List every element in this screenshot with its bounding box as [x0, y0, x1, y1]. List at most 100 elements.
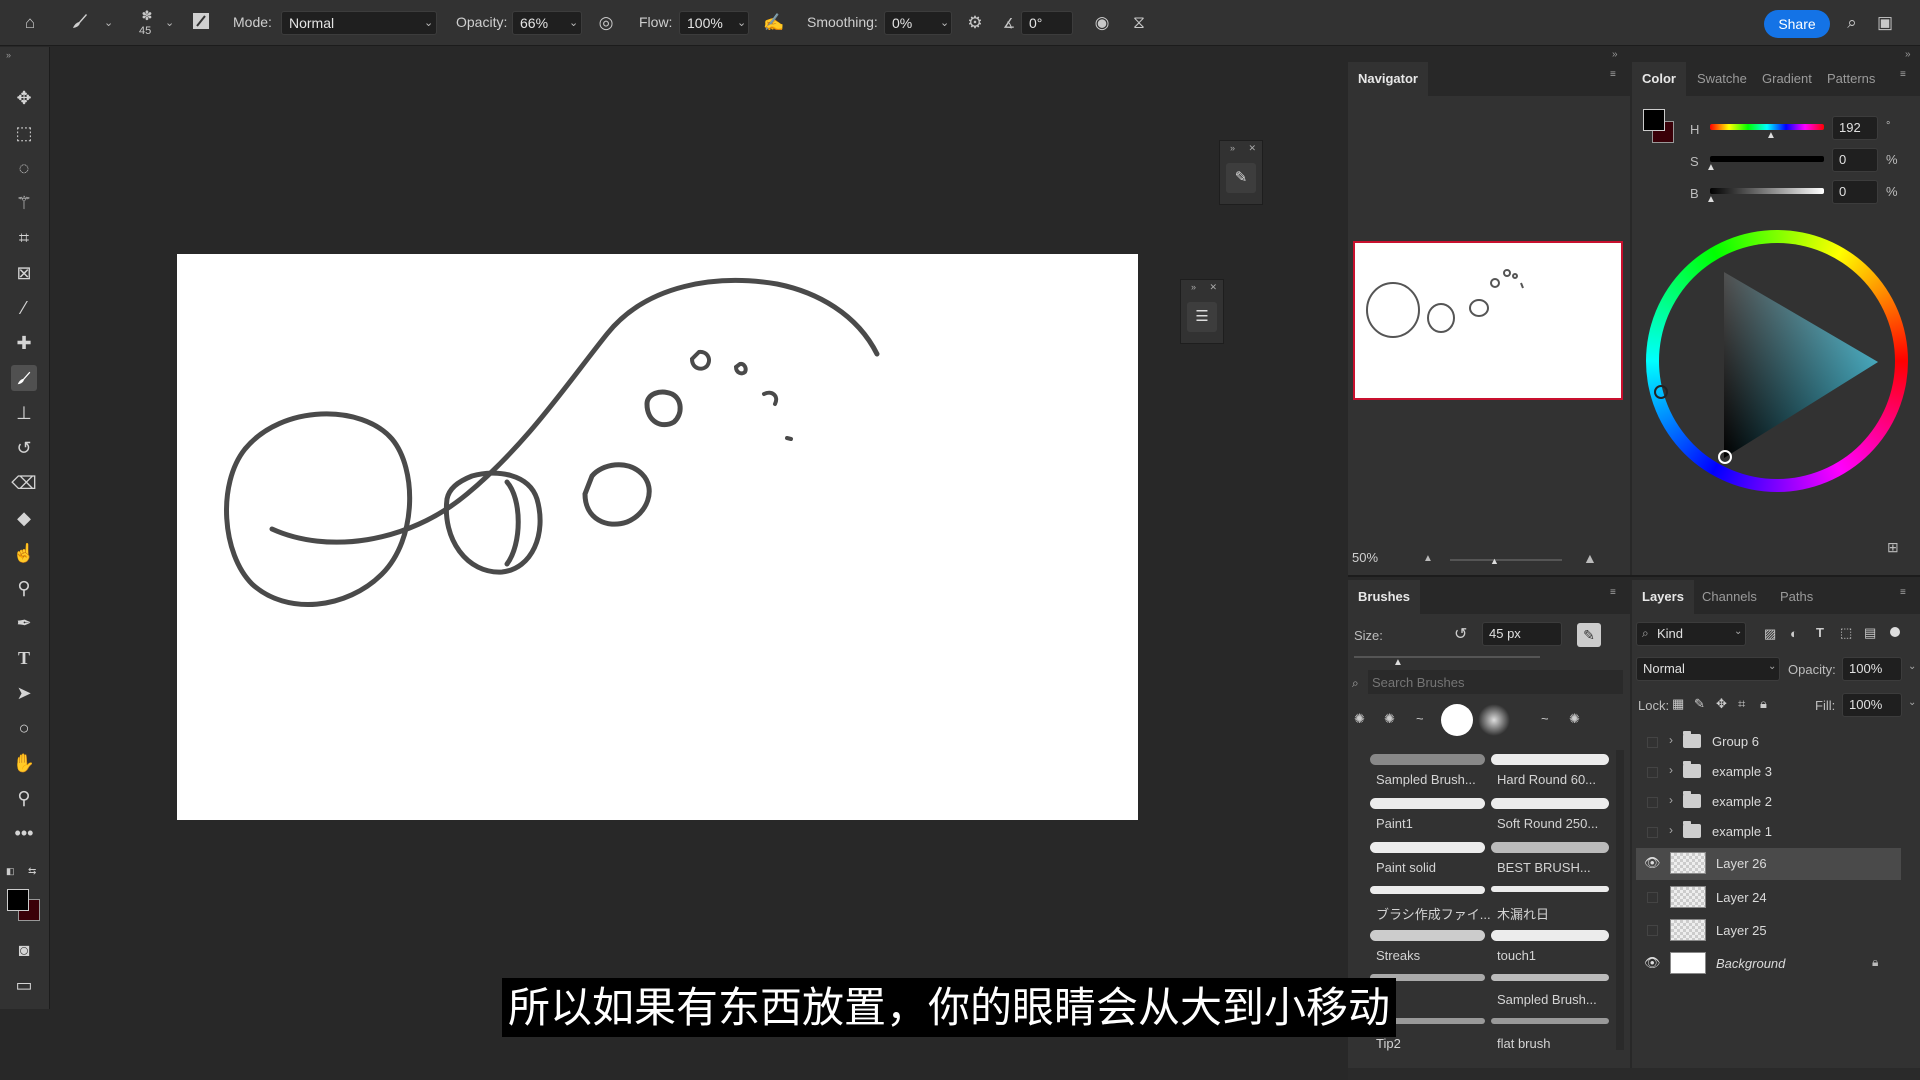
brightness-field[interactable]: 0: [1832, 180, 1878, 204]
tab-navigator[interactable]: Navigator: [1348, 62, 1428, 96]
visibility-toggle[interactable]: [1647, 925, 1658, 936]
recent-brush-icon[interactable]: ✺: [1384, 711, 1395, 727]
close-icon[interactable]: ✕: [1248, 143, 1256, 154]
recent-brush-soft-round[interactable]: [1478, 704, 1510, 736]
marquee-tool-icon[interactable]: ⬚: [11, 120, 37, 146]
layer-row[interactable]: Layer 24: [1636, 882, 1901, 914]
chevron-down-icon[interactable]: ⌄: [1908, 697, 1916, 708]
pixel-layer-filter-icon[interactable]: ▨: [1764, 626, 1776, 642]
gear-icon[interactable]: ⚙: [963, 11, 987, 35]
brush-size-thumb[interactable]: ▲: [1393, 657, 1403, 668]
tab-gradients[interactable]: Gradient: [1752, 62, 1822, 96]
tab-channels[interactable]: Channels: [1692, 580, 1767, 614]
brush-tool-icon[interactable]: [68, 11, 92, 35]
collapse-panels-icon[interactable]: »: [1612, 49, 1618, 60]
move-tool-icon[interactable]: ✥: [11, 85, 37, 111]
chevron-right-icon[interactable]: ›: [1669, 823, 1673, 837]
stamp-tool-icon[interactable]: ⊥: [11, 400, 37, 426]
default-colors-icon[interactable]: ◧: [6, 866, 15, 877]
navigator-preview[interactable]: [1353, 241, 1623, 400]
tab-patterns[interactable]: Patterns: [1817, 62, 1885, 96]
blend-mode-select[interactable]: Normal: [1636, 657, 1780, 681]
zoom-tool-icon[interactable]: ⚲: [11, 785, 37, 811]
brush-settings-toggle-icon[interactable]: [189, 11, 213, 35]
brush-item[interactable]: Sampled Brush...: [1497, 992, 1615, 1007]
path-selection-tool-icon[interactable]: ➤: [11, 680, 37, 706]
swap-colors-icon[interactable]: ⇆: [28, 866, 36, 877]
brush-item[interactable]: ブラシ作成ファイ...: [1376, 904, 1494, 923]
expand-panel-icon[interactable]: »: [1230, 143, 1235, 153]
eye-icon[interactable]: 👁︎: [1644, 955, 1661, 971]
visibility-toggle[interactable]: [1647, 827, 1658, 838]
smudge-tool-icon[interactable]: ☝: [11, 540, 37, 566]
tab-paths[interactable]: Paths: [1770, 580, 1823, 614]
symmetry-butterfly-icon[interactable]: ⧖: [1127, 11, 1151, 35]
lock-position-icon[interactable]: ✥: [1716, 696, 1727, 712]
lock-transparency-icon[interactable]: ▦: [1672, 696, 1684, 712]
brush-preset-caret[interactable]: ⌄: [165, 16, 174, 29]
layer-row-group[interactable]: › example 3: [1636, 757, 1901, 787]
layer-row-selected[interactable]: 👁︎ Layer 26: [1636, 848, 1901, 880]
close-icon[interactable]: ✕: [1209, 282, 1217, 293]
airbrush-icon[interactable]: ✍: [762, 11, 786, 35]
brush-size-field[interactable]: 45 px: [1482, 622, 1562, 646]
brush-item[interactable]: BEST BRUSH...: [1497, 860, 1615, 875]
frame-tool-icon[interactable]: ⊠: [11, 260, 37, 286]
brush-item[interactable]: Tip2: [1376, 1036, 1494, 1051]
home-icon[interactable]: ⌂: [18, 11, 42, 35]
saturation-field[interactable]: 0: [1832, 148, 1878, 172]
panel-menu-icon[interactable]: ≡: [1900, 588, 1912, 598]
type-filter-icon[interactable]: T: [1816, 625, 1824, 640]
lock-pixels-icon[interactable]: ✎: [1694, 696, 1705, 712]
tab-brushes[interactable]: Brushes: [1348, 580, 1421, 614]
brush-item[interactable]: Paint1: [1376, 816, 1494, 831]
pen-tool-icon[interactable]: ✒: [11, 610, 37, 636]
hue-field[interactable]: 192: [1832, 116, 1878, 140]
chevron-right-icon[interactable]: ›: [1669, 733, 1673, 747]
foreground-color-chip[interactable]: [1643, 109, 1665, 131]
navigator-zoom-value[interactable]: 50%: [1352, 550, 1378, 565]
navigator-zoom-thumb[interactable]: ▲: [1490, 556, 1499, 566]
collapse-panels-icon[interactable]: »: [1905, 49, 1911, 60]
opacity-caret-icon[interactable]: ⌄: [569, 16, 578, 29]
recent-brush-icon[interactable]: ✺: [1354, 711, 1365, 727]
visibility-toggle[interactable]: [1647, 737, 1658, 748]
magic-wand-tool-icon[interactable]: ⚚: [11, 190, 37, 216]
layer-row[interactable]: Layer 25: [1636, 915, 1901, 947]
crop-tool-icon[interactable]: ⌗: [11, 225, 37, 251]
expand-panel-icon[interactable]: »: [1191, 282, 1196, 292]
shape-filter-icon[interactable]: ⬚: [1840, 625, 1852, 641]
visibility-toggle[interactable]: [1647, 892, 1658, 903]
eyedropper-tool-icon[interactable]: ⁄: [11, 295, 37, 321]
document-canvas[interactable]: [177, 254, 1138, 820]
brush-item[interactable]: Paint solid: [1376, 860, 1494, 875]
chevron-down-icon[interactable]: ⌄: [1908, 661, 1916, 672]
paint-bucket-tool-icon[interactable]: ◆: [11, 505, 37, 531]
smoothing-caret-icon[interactable]: ⌄: [940, 16, 949, 29]
brush-settings-icon[interactable]: ✎: [1226, 163, 1256, 193]
lasso-tool-icon[interactable]: ◌: [11, 155, 37, 181]
healing-brush-tool-icon[interactable]: ✚: [11, 330, 37, 356]
pressure-size-icon[interactable]: ◉: [1090, 11, 1114, 35]
add-to-swatches-icon[interactable]: ⊞: [1887, 539, 1899, 556]
share-button[interactable]: Share: [1764, 10, 1830, 38]
sliders-icon[interactable]: ☰: [1187, 302, 1217, 332]
search-brushes-input[interactable]: [1368, 670, 1623, 694]
zoom-out-icon[interactable]: ▲: [1423, 553, 1433, 564]
type-tool-icon[interactable]: T: [11, 645, 37, 671]
chevron-right-icon[interactable]: ›: [1669, 793, 1673, 807]
brightness-slider[interactable]: [1710, 188, 1824, 194]
more-tools-icon[interactable]: •••: [11, 820, 37, 846]
brush-item[interactable]: Hard Round 60...: [1497, 772, 1615, 787]
tab-color[interactable]: Color: [1632, 62, 1686, 96]
filter-toggle-icon[interactable]: [1890, 627, 1900, 637]
brush-item[interactable]: Sampled Brush...: [1376, 772, 1494, 787]
color-wheel[interactable]: [1646, 230, 1908, 492]
workspace-icon[interactable]: ▣: [1873, 11, 1897, 35]
panel-menu-icon[interactable]: ≡: [1610, 588, 1622, 598]
eye-icon[interactable]: 👁︎: [1644, 855, 1661, 871]
recent-brush-hard-round[interactable]: [1441, 704, 1473, 736]
flow-caret-icon[interactable]: ⌄: [737, 16, 746, 29]
lock-artboard-icon[interactable]: ⌗: [1738, 696, 1745, 712]
brush-item[interactable]: touch1: [1497, 948, 1615, 963]
